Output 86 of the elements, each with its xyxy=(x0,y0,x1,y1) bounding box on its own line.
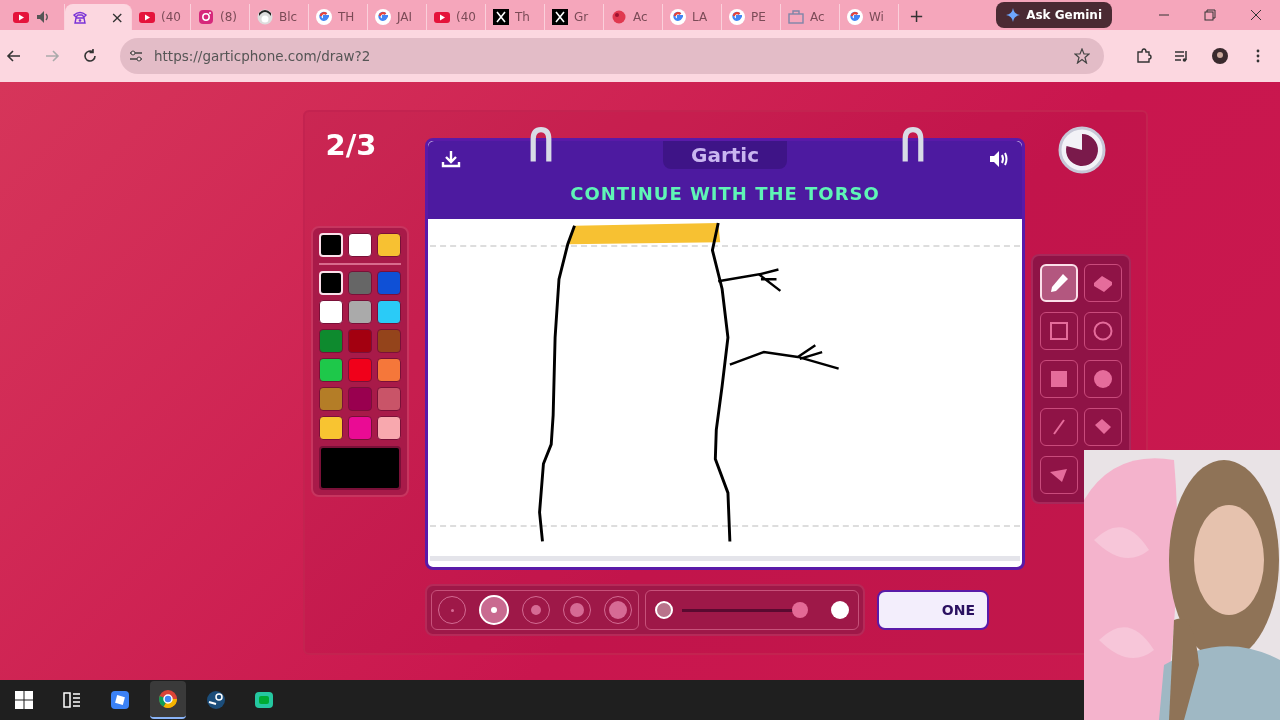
tab-title: Blc xyxy=(279,10,298,24)
media-icon[interactable] xyxy=(1174,48,1190,64)
color-swatch[interactable] xyxy=(377,329,401,353)
bag-icon xyxy=(788,9,804,25)
tab-title: (8) xyxy=(220,10,237,24)
full-opacity-icon xyxy=(830,600,850,620)
eraser-tool-button[interactable] xyxy=(1083,264,1122,302)
phone-icon xyxy=(72,9,88,25)
color-swatch[interactable] xyxy=(377,416,401,440)
round-counter: 2/3 xyxy=(325,128,377,162)
star-icon[interactable] xyxy=(1074,48,1090,64)
x-icon xyxy=(493,9,509,25)
app-window-icon xyxy=(254,690,274,710)
close-icon[interactable] xyxy=(1250,9,1262,21)
tab-title: Ac xyxy=(810,10,825,24)
filled-ellipse-tool-button[interactable] xyxy=(1083,360,1122,398)
color-swatch[interactable] xyxy=(319,329,343,353)
download-icon[interactable] xyxy=(440,149,462,169)
color-swatch[interactable] xyxy=(319,300,343,324)
square-app-icon xyxy=(110,690,130,710)
puzzle-icon[interactable] xyxy=(1136,48,1152,64)
sparkle-icon xyxy=(1006,8,1021,22)
steam-icon xyxy=(206,690,226,710)
color-swatch[interactable] xyxy=(348,300,372,324)
play-icon xyxy=(434,9,450,25)
back-icon[interactable] xyxy=(6,48,22,64)
restore-icon[interactable] xyxy=(1204,9,1216,21)
chrome-icon xyxy=(158,689,178,709)
close-tab-button[interactable]: × xyxy=(110,7,124,27)
color-swatch[interactable] xyxy=(348,358,372,382)
g-icon xyxy=(316,9,332,25)
color-swatch[interactable] xyxy=(377,387,401,411)
filled-rect-tool-button[interactable] xyxy=(1039,360,1078,398)
url-text: https://garticphone.com/draw?2 xyxy=(154,48,372,64)
profile-avatar-icon[interactable] xyxy=(1212,48,1228,64)
x-icon xyxy=(552,9,568,25)
reload-icon[interactable] xyxy=(82,48,98,64)
address-bar[interactable]: https://garticphone.com/draw?2 xyxy=(120,38,1104,74)
tab-title: (40 xyxy=(456,10,476,24)
color-swatch[interactable] xyxy=(319,387,343,411)
gartic-logo: Gartic xyxy=(662,141,787,169)
color-swatch[interactable] xyxy=(348,329,372,353)
site-settings-icon[interactable] xyxy=(128,48,144,64)
color-swatch[interactable] xyxy=(348,416,372,440)
tab-title: (40 xyxy=(161,10,181,24)
tab-title: TH xyxy=(338,10,355,24)
tab-title: Th xyxy=(515,10,530,24)
color-swatch[interactable] xyxy=(348,233,372,257)
slider-thumb[interactable] xyxy=(792,602,809,618)
color-swatch[interactable] xyxy=(377,358,401,382)
timer-icon xyxy=(1057,126,1106,174)
color-swatch[interactable] xyxy=(319,358,343,382)
play-icon xyxy=(139,9,155,25)
browser-tab[interactable]: × xyxy=(65,4,132,30)
color-swatch[interactable] xyxy=(348,387,372,411)
done-button[interactable]: ONE xyxy=(877,590,989,630)
taskbar-app[interactable] xyxy=(150,681,186,719)
play-icon xyxy=(13,9,29,25)
blob-icon xyxy=(611,9,627,25)
bucket-tool-button[interactable] xyxy=(1083,408,1122,446)
camera-icon xyxy=(198,9,214,25)
tab-title: Ac xyxy=(633,10,648,24)
ellipse-tool-button[interactable] xyxy=(1083,312,1122,350)
g-icon xyxy=(670,9,686,25)
drawing-prompt: CONTINUE WITH THE TORSO xyxy=(570,183,880,204)
tab-title: LA xyxy=(692,10,708,24)
tab-title: PE xyxy=(751,10,766,24)
new-tab-button[interactable]: + xyxy=(909,4,925,26)
undo-tool-button[interactable] xyxy=(1039,456,1078,494)
rect-tool-button[interactable] xyxy=(1039,312,1078,350)
g-icon xyxy=(847,9,863,25)
pencil-tool-button[interactable] xyxy=(1039,264,1078,302)
color-swatch[interactable] xyxy=(319,416,343,440)
color-swatch[interactable] xyxy=(377,300,401,324)
tab-title: Gr xyxy=(574,10,589,24)
g-icon xyxy=(375,9,391,25)
color-swatch[interactable] xyxy=(348,271,372,295)
color-swatch[interactable] xyxy=(377,233,401,257)
tab-title: JAI xyxy=(397,10,413,24)
avatar-icon xyxy=(257,9,273,25)
speaker-icon[interactable] xyxy=(988,149,1010,169)
g-icon xyxy=(729,9,745,25)
tab-title: Wi xyxy=(869,10,884,24)
low-opacity-icon xyxy=(654,600,674,620)
color-swatch[interactable] xyxy=(377,271,401,295)
ask-gemini-button[interactable]: Ask Gemini xyxy=(996,2,1112,28)
